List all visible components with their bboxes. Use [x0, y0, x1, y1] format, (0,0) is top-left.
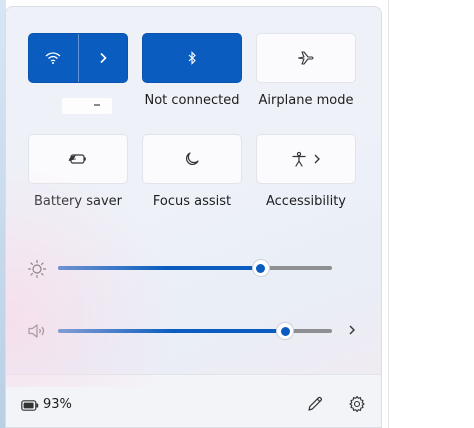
pencil-icon[interactable]: [305, 394, 325, 414]
accessibility-icon: [292, 151, 306, 167]
battery-saver-tile[interactable]: [28, 134, 128, 184]
brightness-slider-thumb[interactable]: [252, 260, 269, 276]
wifi-tile[interactable]: [28, 33, 128, 83]
airplane-mode-label: Airplane mode: [258, 93, 354, 108]
speaker-icon[interactable]: [26, 320, 48, 342]
battery-saver-icon: [68, 154, 86, 164]
quick-settings-footer: 93%: [6, 374, 381, 427]
accessibility-tile[interactable]: [256, 134, 356, 184]
quick-settings-panel: Not connected Airplane mode Battery save…: [5, 6, 382, 428]
chevron-right-icon: [314, 154, 320, 164]
bluetooth-icon: [188, 51, 196, 65]
moon-icon: [186, 152, 199, 165]
chevron-right-icon: [349, 325, 355, 335]
accessibility-label: Accessibility: [266, 194, 346, 209]
focus-assist-label: Focus assist: [152, 194, 232, 209]
focus-assist-tile[interactable]: [142, 134, 242, 184]
battery-saver-label: Battery saver: [33, 194, 123, 209]
brightness-slider[interactable]: [58, 266, 332, 270]
wifi-icon: [45, 52, 61, 64]
chevron-right-icon: [100, 52, 107, 64]
brightness-slider-fill: [58, 266, 261, 270]
bluetooth-tile[interactable]: [142, 33, 242, 83]
battery-icon[interactable]: [20, 398, 40, 412]
wifi-expand-button[interactable]: [79, 34, 128, 82]
sun-icon: [26, 258, 48, 280]
volume-slider-fill: [58, 329, 286, 333]
gear-icon[interactable]: [347, 394, 367, 414]
volume-slider-thumb[interactable]: [277, 323, 294, 339]
battery-percentage[interactable]: 93%: [43, 397, 72, 412]
redacted-network-name: [62, 98, 112, 114]
airplane-mode-tile[interactable]: [256, 33, 356, 83]
desktop-background-right: [382, 0, 474, 428]
audio-output-expand-button[interactable]: [344, 321, 360, 339]
bluetooth-label: Not connected: [144, 93, 240, 108]
airplane-icon: [297, 51, 314, 65]
wifi-toggle[interactable]: [29, 34, 78, 82]
